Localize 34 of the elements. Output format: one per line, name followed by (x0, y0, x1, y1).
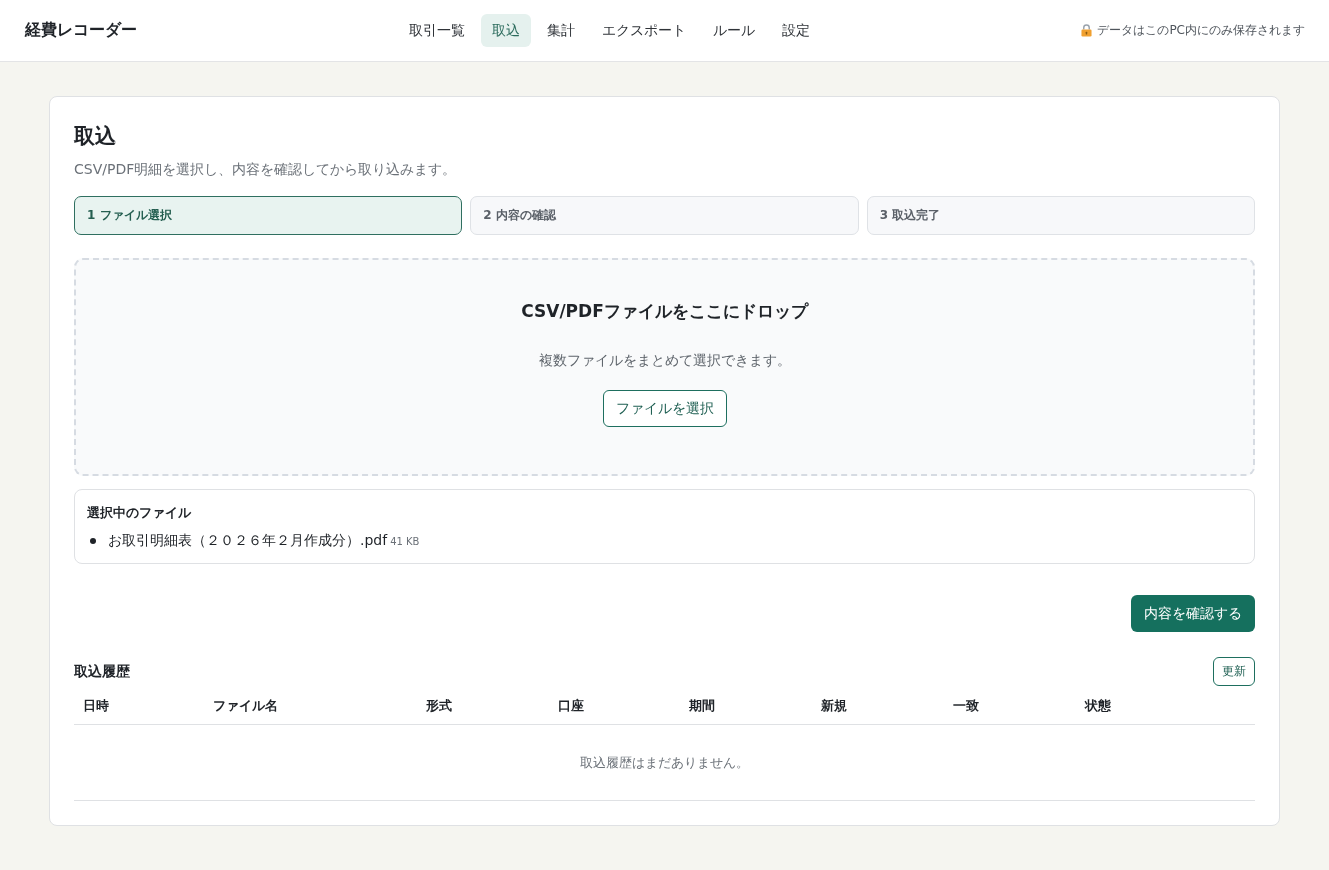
step-indicator: 1 ファイル選択 (74, 196, 463, 235)
bullet-icon (90, 538, 96, 544)
column-header: 状態 (1083, 697, 1112, 715)
selected-files-title: 選択中のファイル (87, 504, 192, 522)
choose-file-button[interactable]: ファイルを選択 (602, 390, 727, 427)
page-subtitle: CSV/PDF明細を選択し、内容を確認してから取り込みます。 (74, 160, 458, 179)
column-header: 期間 (688, 697, 716, 715)
drop-zone[interactable]: CSV/PDFファイルをここにドロップ 複数ファイルをまとめて選択できます。 ファイルを選択 (74, 258, 1255, 476)
step-indicator: 3 取込完了 (866, 196, 1255, 235)
privacy-note: データはこのPC内にのみ保存されます (1097, 22, 1305, 39)
nav-tab[interactable]: 設定 (770, 14, 821, 47)
column-header: 口座 (557, 697, 585, 715)
nav-tab[interactable]: 集計 (535, 14, 586, 47)
empty-history-message: 取込履歴はまだありません。 (580, 753, 749, 772)
history-title: 取込履歴 (74, 662, 130, 681)
nav-tab[interactable]: ルール (701, 14, 766, 47)
lock-icon (1081, 24, 1093, 37)
step-indicator: 2 内容の確認 (470, 196, 859, 235)
nav-tab[interactable]: 取込 (480, 14, 531, 47)
column-header: 形式 (425, 697, 453, 715)
drop-zone-title: CSV/PDFファイルをここにドロップ (521, 300, 808, 323)
column-header: ファイル名 (212, 697, 279, 715)
column-header: 日時 (82, 697, 110, 715)
app-title: 経費レコーダー (25, 20, 137, 41)
column-header: 一致 (952, 697, 980, 715)
file-name: お取引明細表（２０２６年２月作成分）.pdf (108, 532, 388, 550)
refresh-button[interactable]: 更新 (1213, 657, 1255, 686)
file-size: 41 KB (390, 536, 420, 547)
page-title: 取込 (74, 123, 117, 150)
nav-tab[interactable]: エクスポート (590, 14, 697, 47)
drop-zone-hint: 複数ファイルをまとめて選択できます。 (538, 351, 791, 370)
confirm-content-button[interactable]: 内容を確認する (1131, 595, 1255, 632)
nav-tab[interactable]: 取引一覧 (397, 14, 476, 47)
column-header: 新規 (820, 697, 848, 715)
